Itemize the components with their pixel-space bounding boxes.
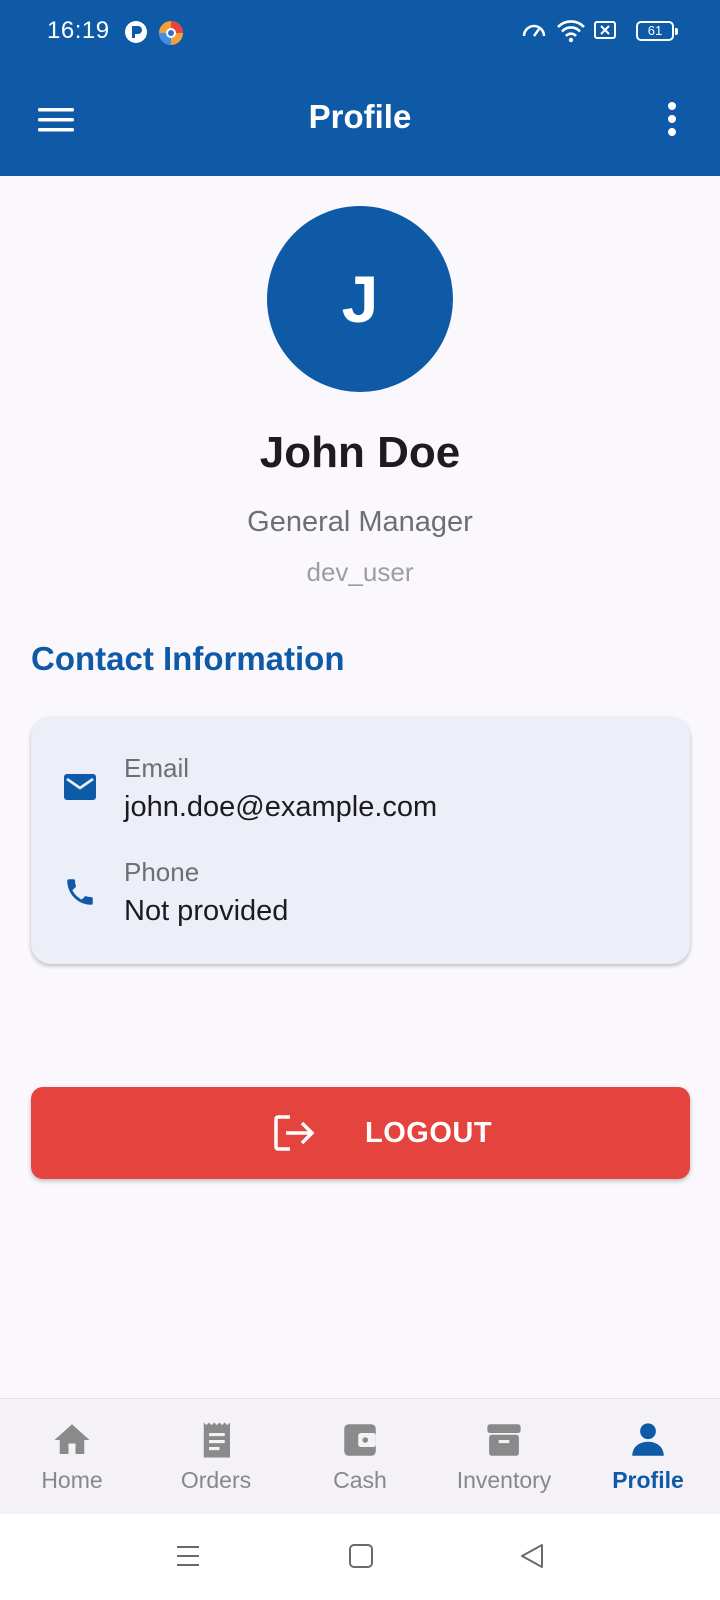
nav-item-cash[interactable]: Cash	[288, 1399, 432, 1515]
recent-apps-button[interactable]	[174, 1542, 202, 1575]
person-icon	[632, 1423, 664, 1456]
phone-value: Not provided	[124, 895, 289, 927]
logout-label: LOGOUT	[365, 1117, 493, 1149]
user-role: General Manager	[247, 506, 473, 538]
system-navigation-bar	[0, 1514, 720, 1600]
phone-row: Phone Not provided	[31, 857, 690, 947]
avatar: J	[267, 206, 453, 392]
nav-label-orders: Orders	[180, 1467, 252, 1493]
browser-app-icon	[158, 20, 184, 51]
logout-button[interactable]: LOGOUT	[31, 1087, 690, 1179]
logout-icon	[272, 1113, 316, 1158]
nav-label-home: Home	[41, 1467, 103, 1493]
sim-disabled-icon	[593, 18, 617, 47]
more-vertical-icon	[668, 102, 676, 136]
wallet-icon	[344, 1424, 376, 1456]
home-system-button[interactable]	[347, 1542, 375, 1575]
status-bar: 16:19 61	[0, 0, 720, 64]
nav-label-cash: Cash	[333, 1467, 387, 1493]
home-icon	[54, 1424, 90, 1454]
nav-item-home[interactable]: Home	[0, 1399, 144, 1515]
status-time: 16:19	[47, 17, 110, 44]
bottom-navigation: Home Orders Cash Inventory Profile	[0, 1398, 720, 1514]
email-label: Email	[124, 753, 190, 783]
app-bar: Profile	[0, 64, 720, 176]
contact-card: Email john.doe@example.com Phone Not pro…	[31, 717, 690, 964]
nav-item-inventory[interactable]: Inventory	[432, 1399, 576, 1515]
email-row: Email john.doe@example.com	[31, 753, 690, 843]
nav-label-profile: Profile	[612, 1467, 684, 1493]
nav-label-inventory: Inventory	[456, 1467, 552, 1493]
wifi-icon	[556, 18, 586, 49]
nav-item-orders[interactable]: Orders	[144, 1399, 288, 1515]
more-options-button[interactable]	[650, 98, 694, 142]
nav-item-profile[interactable]: Profile	[576, 1399, 720, 1515]
email-icon	[63, 773, 97, 806]
receipt-icon	[203, 1422, 230, 1458]
phone-icon	[63, 875, 97, 914]
archive-box-icon	[487, 1424, 521, 1456]
contact-section-title: Contact Information	[31, 640, 345, 677]
username: dev_user	[306, 557, 414, 587]
back-system-button[interactable]	[518, 1542, 546, 1575]
email-value: john.doe@example.com	[124, 791, 438, 823]
battery-icon: 61	[636, 21, 678, 41]
page-title: Profile	[308, 98, 412, 135]
phone-label: Phone	[124, 857, 200, 887]
notification-app-icon	[124, 20, 148, 49]
user-name: John Doe	[259, 428, 461, 477]
square-home-icon	[349, 1544, 373, 1568]
data-speed-icon	[520, 18, 548, 49]
recent-apps-icon	[177, 1546, 199, 1566]
back-triangle-icon	[521, 1544, 543, 1568]
